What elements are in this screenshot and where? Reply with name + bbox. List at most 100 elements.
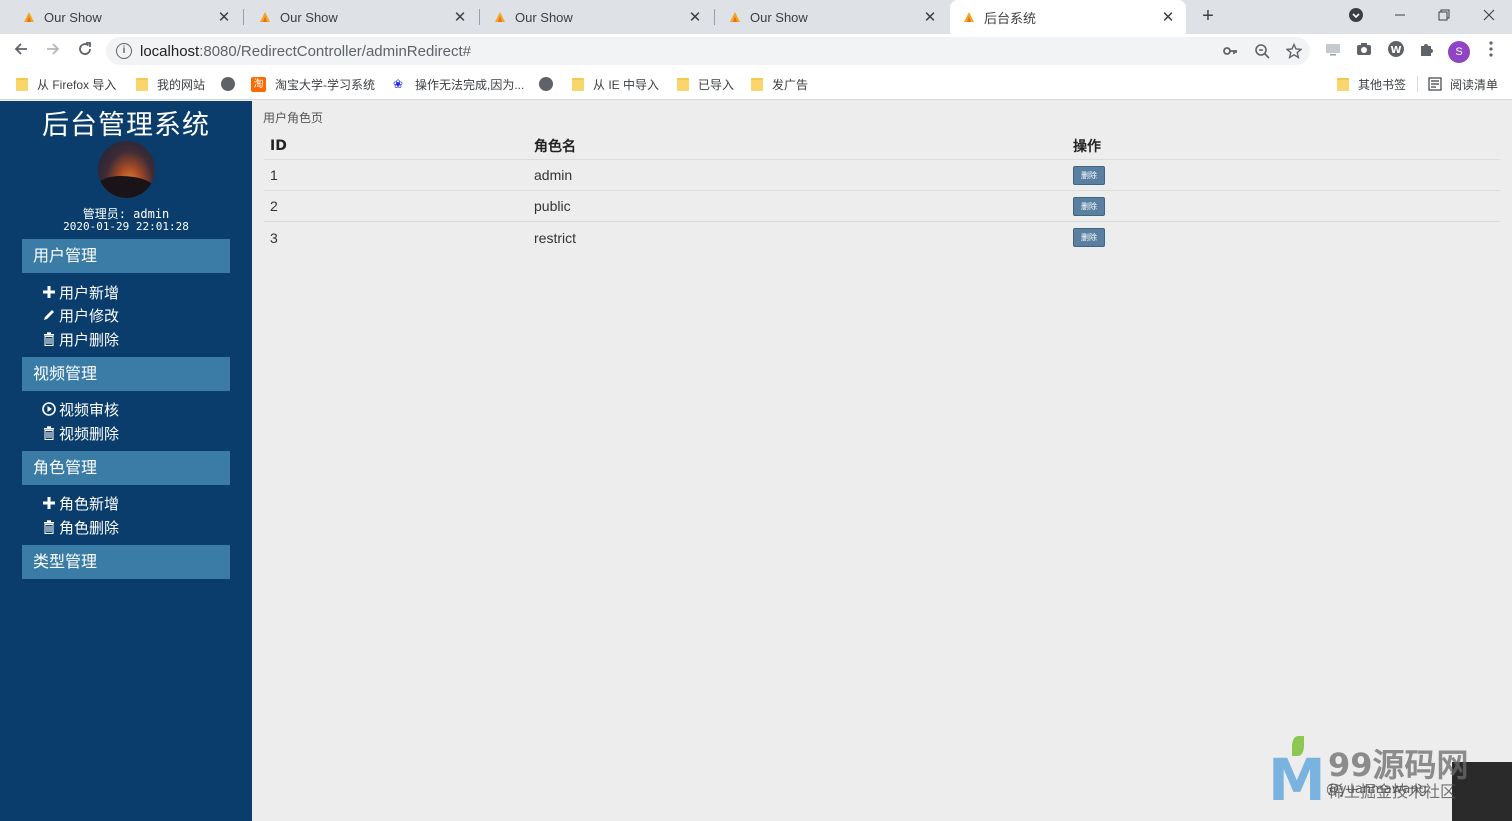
url-text[interactable]: localhost:8080/RedirectController/adminR… [140,43,471,60]
site-info-icon[interactable]: i [116,43,132,59]
extension-screenshot-button[interactable] [1352,39,1376,63]
tab-favicon-icon [962,10,976,24]
browser-tab[interactable]: Our Show ✕ [471,0,713,34]
extension-cast-button[interactable] [1321,39,1345,63]
login-timestamp: 2020-01-29 22:01:28 [63,220,189,233]
close-window-button[interactable] [1466,0,1512,32]
bookmark-globe[interactable] [221,75,244,93]
browser-tab-active[interactable]: 后台系统 ✕ [950,0,1186,34]
tab-search-button[interactable] [1333,0,1379,32]
menu-item-label: 用户修改 [59,306,120,325]
menu-group-role[interactable]: 角色管理 [22,451,230,485]
tab-title: Our Show [750,9,808,25]
menu-item-label: 用户删除 [59,330,120,349]
bookmark-label: 阅读清单 [1450,77,1499,92]
menu-group-video[interactable]: 视频管理 [22,357,230,391]
watermark-logo-icon: M [1268,746,1326,814]
reload-icon [77,41,93,62]
browser-menu-button[interactable] [1479,39,1503,63]
profile-avatar[interactable]: S [1448,41,1470,63]
play-circle-icon [41,402,57,416]
address-bar[interactable]: i localhost:8080/RedirectController/admi… [106,37,1310,65]
delete-button[interactable]: 删除 [1073,165,1105,185]
close-tab-icon[interactable]: ✕ [216,8,232,26]
minimize-button[interactable] [1377,0,1423,32]
tab-title: Our Show [280,9,338,25]
menu-item-role-delete[interactable]: 角色删除 [41,516,119,538]
table-row: 1 admin 删除 [264,160,1500,191]
bookmark-label: 操作无法完成,因为... [415,77,525,92]
close-tab-icon[interactable]: ✕ [1160,8,1176,26]
back-button[interactable] [9,39,33,63]
forward-button[interactable] [41,39,65,63]
reading-list[interactable]: 阅读清单 [1428,75,1498,93]
extensions-button[interactable] [1415,39,1439,63]
menu-item-label: 用户新增 [59,283,120,302]
browser-tab[interactable]: Our Show ✕ [0,0,242,34]
tab-strip: Our Show ✕ Our Show ✕ Our Show ✕ Our Sho… [0,0,1512,34]
menu-item-role-add[interactable]: 角色新增 [41,492,119,514]
close-tab-icon[interactable]: ✕ [452,8,468,26]
menu-item-video-review[interactable]: 视频审核 [41,398,119,420]
extension-w-button[interactable]: W [1384,39,1408,63]
menu-item-video-delete[interactable]: 视频删除 [41,422,119,444]
folder-icon [751,77,763,91]
menu-item-label: 角色新增 [59,494,120,513]
globe-icon [539,77,553,91]
table-row: 3 restrict 删除 [264,222,1500,253]
other-bookmarks[interactable]: 其他书签 [1337,75,1406,93]
zoom-icon[interactable] [1252,41,1272,61]
baidu-paw-icon: ❀ [393,77,404,91]
delete-button[interactable]: 删除 [1073,228,1105,247]
close-tab-icon[interactable]: ✕ [922,8,938,26]
bookmark-item[interactable]: 从 IE 中导入 [572,75,659,93]
menu-item-user-add[interactable]: 用户新增 [41,281,119,303]
bookmark-star-icon[interactable] [1284,41,1304,61]
tab-title: 后台系统 [984,10,1037,26]
plus-icon [41,496,57,510]
svg-text:W: W [1390,45,1401,56]
bookmark-item[interactable]: 从 Firefox 导入 [16,75,116,93]
menu-group-user[interactable]: 用户管理 [22,239,230,273]
bookmark-label: 淘宝大学-学习系统 [275,77,375,92]
arrow-right-icon [45,41,61,62]
tab-title: Our Show [44,9,102,25]
menu-group-type[interactable]: 类型管理 [22,545,230,579]
bookmark-item[interactable]: ❀ 操作无法完成,因为... [393,75,524,93]
menu-item-user-delete[interactable]: 用户删除 [41,328,119,350]
bookmark-item[interactable]: 已导入 [677,75,734,93]
restore-button[interactable] [1421,0,1467,32]
tab-favicon-icon [258,10,272,24]
bookmark-item[interactable]: 发广告 [751,75,808,93]
folder-icon [677,77,689,91]
menu-item-user-edit[interactable]: 用户修改 [41,304,119,326]
breadcrumb: 用户角色页 [263,111,324,125]
url-host: localhost [140,43,200,60]
new-tab-button[interactable]: + [1196,4,1220,28]
bookmark-item[interactable]: 淘淘宝大学-学习系统 [251,75,375,93]
menu-item-label: 角色删除 [59,518,120,537]
sidebar: 后台管理系统 管理员: admin 2020-01-29 22:01:28 用户… [0,101,252,821]
close-tab-icon[interactable]: ✕ [687,8,703,26]
browser-tab[interactable]: Our Show ✕ [236,0,478,34]
camera-icon [1356,41,1372,62]
delete-button[interactable]: 删除 [1073,196,1105,216]
browser-toolbar: i localhost:8080/RedirectController/admi… [0,34,1512,68]
trash-icon [41,426,57,440]
cell-role-name: restrict [534,229,576,246]
reading-list-icon [1428,77,1442,91]
bookmark-label: 其他书签 [1358,77,1407,92]
bookmark-item[interactable]: 我的网站 [136,75,205,93]
trash-icon [41,332,57,346]
bookmark-label: 我的网站 [157,77,206,92]
password-key-icon[interactable] [1220,41,1240,61]
admin-avatar [98,141,155,198]
tab-search-icon [1348,7,1364,26]
bookmark-globe[interactable] [539,75,562,93]
browser-tab[interactable]: Our Show ✕ [706,0,948,34]
reload-button[interactable] [73,39,97,63]
menu-item-label: 视频删除 [59,424,120,443]
cell-id: 2 [270,198,278,214]
menu-item-label: 视频审核 [59,400,120,419]
watermark: M 99源码网 稀土掘金技术社区 @yuanmawang [1268,736,1512,821]
